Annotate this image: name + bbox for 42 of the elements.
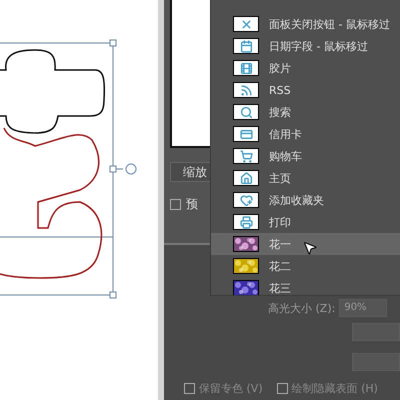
menu-item-label: 主页 bbox=[269, 170, 291, 186]
menu-item-icon bbox=[233, 126, 259, 142]
menu-item-label: 打印 bbox=[269, 214, 291, 230]
menu-item-label: RSS bbox=[269, 84, 291, 96]
menu-item[interactable]: 添加收藏夹 bbox=[211, 189, 400, 211]
menu-item[interactable]: 搜索 bbox=[211, 101, 400, 123]
menu-item-label: 花一 bbox=[269, 236, 291, 252]
menu-item-label: 花二 bbox=[269, 258, 291, 274]
menu-item-label: 日期字段 - 鼠标移过 bbox=[269, 38, 368, 54]
menu-item[interactable]: 打印 bbox=[211, 211, 400, 233]
menu-item-icon bbox=[233, 38, 259, 54]
menu-item[interactable]: 面板关闭按钮 - 鼠标移过 bbox=[211, 13, 400, 35]
menu-item-label: 胶片 bbox=[269, 60, 291, 76]
menu-item-icon bbox=[233, 214, 259, 230]
menu-item-label: 搜索 bbox=[269, 104, 291, 120]
checkbox[interactable] bbox=[184, 383, 195, 394]
menu-item[interactable]: 日期字段 - 鼠标移过 bbox=[211, 35, 400, 57]
menu-item[interactable]: 花二 bbox=[211, 255, 400, 277]
menu-item-label: 信用卡 bbox=[269, 126, 302, 142]
menu-item-icon bbox=[233, 192, 259, 208]
menu-item[interactable]: 信用卡 bbox=[211, 123, 400, 145]
checkbox[interactable] bbox=[276, 383, 288, 394]
checkbox[interactable] bbox=[170, 199, 181, 210]
menu-item[interactable]: 胶片 bbox=[211, 57, 400, 79]
checkbox-label: 保留专色 (V) bbox=[199, 381, 263, 396]
menu-item-label: 花三 bbox=[269, 280, 291, 295]
cursor-icon bbox=[302, 240, 318, 256]
menu-item-icon bbox=[233, 82, 259, 98]
menu-item-icon bbox=[233, 170, 259, 186]
checkbox-label: 预 bbox=[186, 196, 198, 213]
menu-item-label: 添加收藏夹 bbox=[269, 192, 324, 208]
menu-item[interactable]: RSS bbox=[211, 79, 400, 101]
menu-item[interactable]: 花一 bbox=[211, 233, 400, 255]
menu-item[interactable]: 花三 bbox=[211, 277, 400, 295]
menu-item-label: 购物车 bbox=[269, 148, 302, 164]
field-label: 高光大小 (Z): bbox=[268, 300, 336, 316]
menu-item-icon bbox=[233, 16, 259, 32]
menu-item-icon bbox=[233, 148, 259, 164]
menu-item-icon bbox=[233, 60, 259, 76]
menu-item-icon bbox=[233, 104, 259, 120]
menu-item-label: 面板关闭按钮 - 鼠标移过 bbox=[269, 16, 390, 32]
checkbox-label: 绘制隐藏表面 (H) bbox=[292, 381, 378, 396]
